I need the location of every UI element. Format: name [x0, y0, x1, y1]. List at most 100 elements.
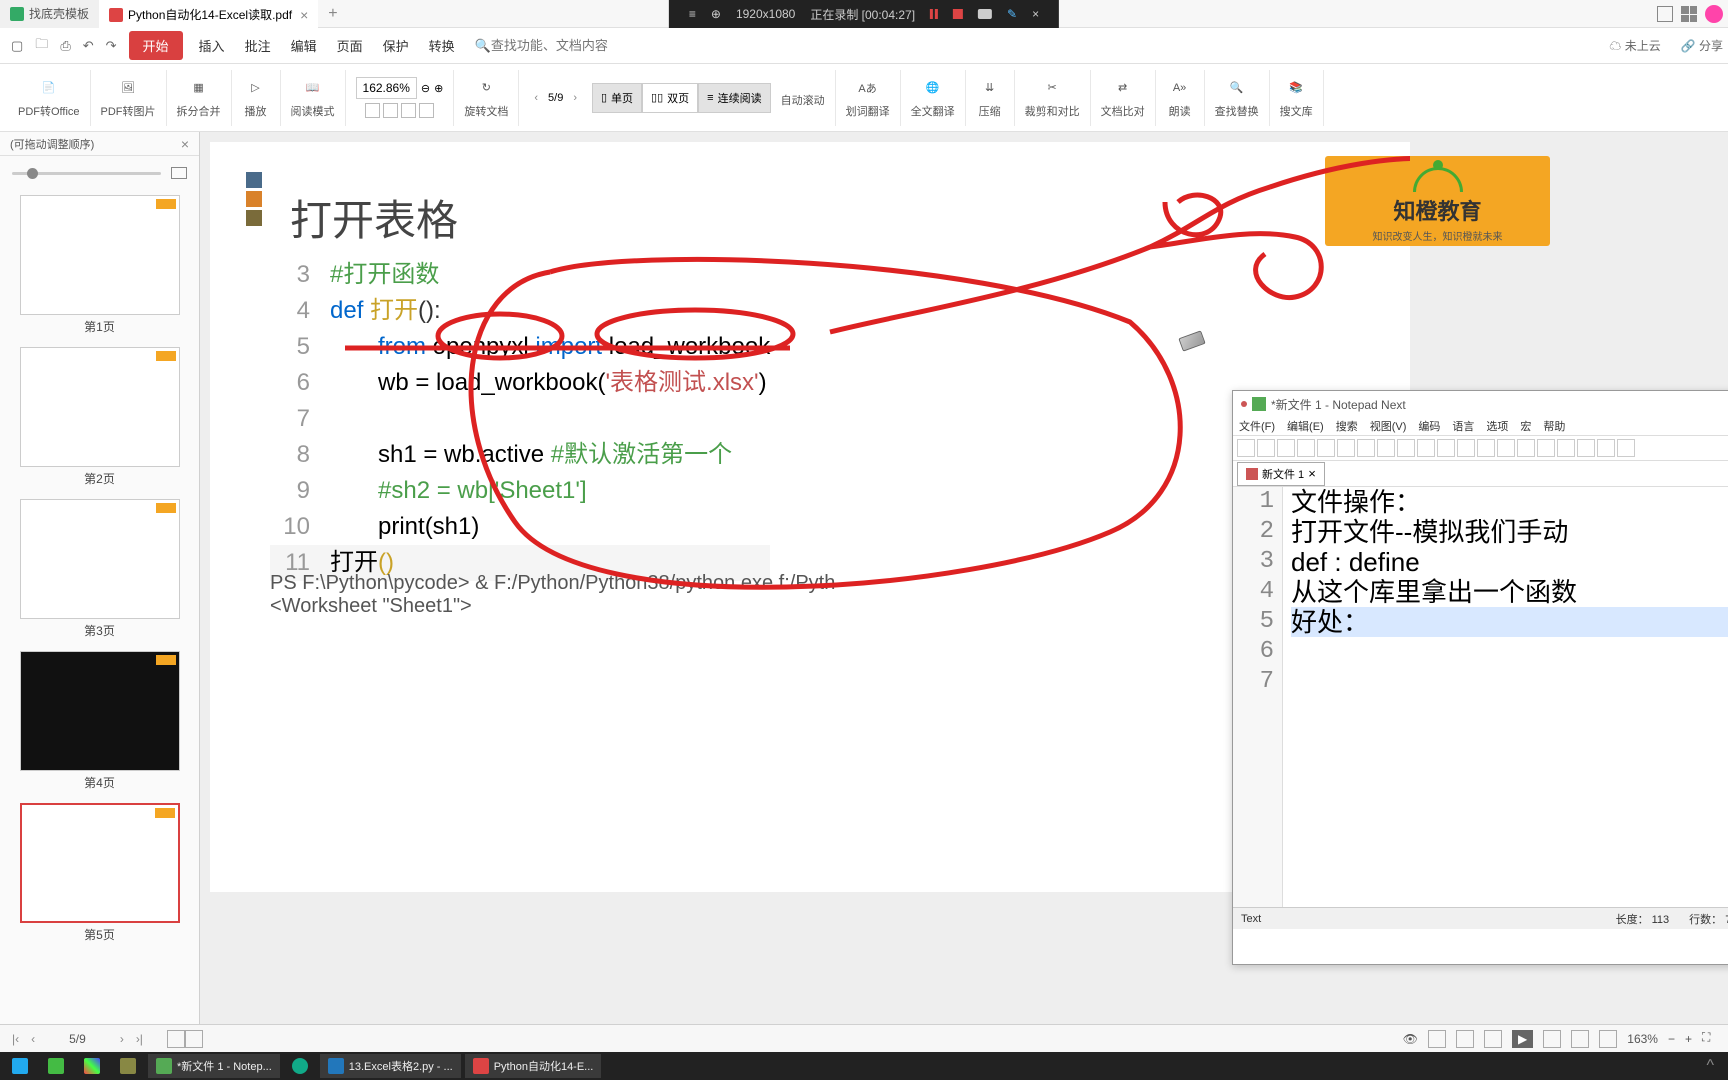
print-icon[interactable]: ⎙	[54, 38, 76, 54]
single-page-button[interactable]: ▯ 单页	[592, 83, 642, 113]
fit-icon[interactable]	[1543, 1030, 1561, 1048]
stop-button[interactable]	[953, 9, 963, 19]
notepad-tab[interactable]: 新文件 1×	[1237, 462, 1325, 486]
play-icon[interactable]: ▶	[1512, 1030, 1533, 1048]
notepad-window[interactable]: *新文件 1 - Notepad Next 文件(F) 编辑(E) 搜索 视图(…	[1232, 390, 1728, 965]
tool-icon[interactable]	[1257, 439, 1275, 457]
start-tab[interactable]: 开始	[129, 31, 183, 60]
thumb-1[interactable]: 第1页	[8, 195, 191, 335]
tool-compress[interactable]: ⇊压缩	[966, 70, 1015, 126]
avatar[interactable]	[1705, 5, 1723, 23]
tool-fulltrans[interactable]: 🌐全文翻译	[901, 70, 966, 126]
fit-icon[interactable]	[1571, 1030, 1589, 1048]
menu-insert[interactable]: 插入	[189, 36, 235, 55]
editor-text[interactable]: 文件操作： 打开文件--模拟我们手动 def : define 从这个库里拿出一…	[1283, 487, 1728, 907]
tool-pdf-img[interactable]: 🖼PDF转图片	[91, 70, 167, 126]
search-input[interactable]	[491, 38, 667, 53]
menu-edit[interactable]: 编辑	[281, 36, 327, 55]
notepad-titlebar[interactable]: *新文件 1 - Notepad Next	[1233, 391, 1728, 417]
zoom-select[interactable]: 162.86%	[356, 77, 417, 99]
close-sidebar-icon[interactable]: ×	[181, 136, 189, 152]
menu-options[interactable]: 选项	[1486, 418, 1508, 434]
tool-icon[interactable]	[1417, 439, 1435, 457]
grid-icon[interactable]	[1681, 6, 1697, 22]
page-counter[interactable]: 5/9	[69, 1032, 86, 1046]
menu-help[interactable]: 帮助	[1543, 418, 1565, 434]
tool-icon[interactable]	[1577, 439, 1595, 457]
start-button[interactable]	[4, 1054, 36, 1078]
pause-button[interactable]	[930, 9, 938, 19]
tool-icon[interactable]	[1297, 439, 1315, 457]
tab-pdf[interactable]: Python自动化14-Excel读取.pdf ×	[99, 0, 318, 28]
tool-icon[interactable]	[1237, 439, 1255, 457]
menu-file[interactable]: 文件(F)	[1239, 418, 1275, 434]
menu-view[interactable]: 视图(V)	[1370, 418, 1407, 434]
menu-annotate[interactable]: 批注	[235, 36, 281, 55]
tool-icon[interactable]	[1457, 439, 1475, 457]
search-box[interactable]: 🔍	[475, 38, 667, 54]
task-notepad[interactable]: *新文件 1 - Notep...	[148, 1054, 280, 1078]
tool-icon[interactable]	[1317, 439, 1335, 457]
menu-icon[interactable]: ≡	[689, 7, 696, 21]
tool-icon[interactable]	[1537, 439, 1555, 457]
redo-icon[interactable]: ↷	[100, 38, 123, 54]
undo-icon[interactable]: ↶	[77, 38, 100, 54]
menu-macro[interactable]: 宏	[1520, 418, 1531, 434]
close-icon[interactable]: ×	[300, 7, 308, 23]
menu-encoding[interactable]: 编码	[1418, 418, 1440, 434]
menu-convert[interactable]: 转换	[419, 36, 465, 55]
next-page-button[interactable]: ›	[573, 92, 577, 104]
task-item[interactable]	[76, 1054, 108, 1078]
tool-crop[interactable]: ✂裁剪和对比	[1015, 70, 1091, 126]
zoom-in-icon[interactable]: ⊕	[434, 82, 443, 95]
fit-icons[interactable]	[365, 103, 434, 118]
thumb-4[interactable]: 第4页	[8, 651, 191, 791]
tab-template[interactable]: 找底壳模板	[0, 0, 99, 28]
tool-pdf-office[interactable]: 📄PDF转Office	[8, 70, 91, 126]
layout-icon[interactable]	[1456, 1030, 1474, 1048]
thumb-grid-icon[interactable]	[171, 167, 187, 179]
view-icon[interactable]	[185, 1030, 203, 1048]
continuous-button[interactable]: ≡ 连续阅读	[698, 83, 770, 113]
zoom-out-icon[interactable]: ⊖	[421, 82, 430, 95]
page-indicator[interactable]: 5/9	[548, 92, 563, 104]
cloud-icon[interactable]: ☁ 未上云	[1609, 37, 1660, 54]
tool-read-mode[interactable]: 📖阅读模式	[281, 70, 346, 126]
save-icon[interactable]: 🗀	[29, 35, 54, 57]
tool-icon[interactable]	[1437, 439, 1455, 457]
new-tab-button[interactable]: +	[318, 5, 347, 23]
camera-icon[interactable]	[978, 9, 992, 19]
task-wps[interactable]: Python自动化14-E...	[465, 1054, 602, 1078]
tool-icon[interactable]	[1497, 439, 1515, 457]
task-wechat[interactable]	[40, 1054, 72, 1078]
layout-icon[interactable]	[1484, 1030, 1502, 1048]
crosshair-icon[interactable]: ⊕	[711, 7, 721, 21]
task-vscode[interactable]: 13.Excel表格2.py - ...	[320, 1054, 461, 1078]
prev-page-icon[interactable]: ‹	[27, 1032, 39, 1046]
menu-protect[interactable]: 保护	[373, 36, 419, 55]
pdf-viewport[interactable]: 知橙教育 知识改变人生，知识橙就未来 打开表格 3#打开函数 4def 打开()…	[200, 132, 1728, 1024]
tool-split[interactable]: ▦拆分合并	[167, 70, 232, 126]
eye-icon[interactable]: 👁	[1403, 1032, 1418, 1046]
zoom-out-icon[interactable]: −	[1668, 1032, 1675, 1046]
task-edge[interactable]	[284, 1054, 316, 1078]
tool-icon[interactable]	[1617, 439, 1635, 457]
tool-icon[interactable]	[1597, 439, 1615, 457]
close-icon[interactable]: ×	[1032, 7, 1039, 21]
tool-play[interactable]: ▷播放	[232, 70, 281, 126]
tool-icon[interactable]	[1397, 439, 1415, 457]
tool-diff[interactable]: ⇄文档比对	[1091, 70, 1156, 126]
zoom-percent[interactable]: 163%	[1627, 1032, 1658, 1046]
thumb-2[interactable]: 第2页	[8, 347, 191, 487]
tool-icon[interactable]	[1557, 439, 1575, 457]
layout-icon[interactable]	[1657, 6, 1673, 22]
tool-rotate[interactable]: ↻旋转文档	[454, 70, 519, 126]
fit-icon[interactable]	[1599, 1030, 1617, 1048]
tool-icon[interactable]	[1477, 439, 1495, 457]
menu-page[interactable]: 页面	[327, 36, 373, 55]
share-link[interactable]: 🔗 分享	[1681, 37, 1723, 54]
thumb-3[interactable]: 第3页	[8, 499, 191, 639]
view-icon[interactable]	[167, 1030, 185, 1048]
tool-trans[interactable]: Aあ划词翻译	[836, 70, 901, 126]
layout-icon[interactable]	[1428, 1030, 1446, 1048]
